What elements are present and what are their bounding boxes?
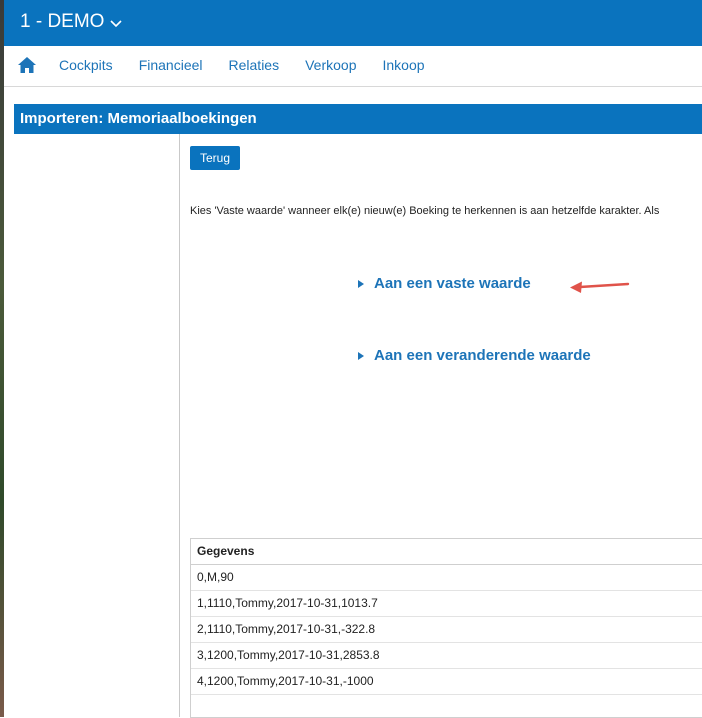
back-button[interactable]: Terug (190, 146, 241, 170)
option-fixed-value[interactable]: Aan een vaste waarde (358, 275, 531, 292)
table-row: 4,1200,Tommy,2017-10-31,-1000 (191, 669, 702, 695)
option-fixed-value-label: Aan een vaste waarde (374, 275, 531, 292)
main-content: Terug Kies 'Vaste waarde' wanneer elk(e)… (180, 134, 702, 718)
table-row: 0,M,90 (191, 565, 702, 591)
nav-item-verkoop[interactable]: Verkoop (305, 57, 356, 73)
nav-item-inkoop[interactable]: Inkoop (382, 57, 424, 73)
sidebar (14, 134, 180, 717)
home-icon[interactable] (17, 56, 37, 74)
chevron-down-icon (110, 16, 123, 31)
app-header: 1 - DEMO (4, 0, 702, 46)
table-row: 2,1110,Tommy,2017-10-31,-322.8 (191, 617, 702, 643)
company-selector[interactable]: 1 - DEMO (20, 11, 123, 33)
data-table: Gegevens 0,M,90 1,1110,Tommy,2017-10-31,… (190, 538, 702, 718)
page-title: Importeren: Memoriaalboekingen (14, 104, 702, 134)
table-header: Gegevens (191, 539, 702, 565)
main-nav: Cockpits Financieel Relaties Verkoop Ink… (4, 46, 702, 87)
table-row: 3,1200,Tommy,2017-10-31,2853.8 (191, 643, 702, 669)
desktop-background-strip (0, 0, 4, 717)
option-variable-value-label: Aan een veranderende waarde (374, 347, 591, 364)
nav-item-financieel[interactable]: Financieel (139, 57, 203, 73)
company-name: 1 - DEMO (20, 11, 105, 32)
triangle-right-icon (358, 351, 364, 360)
instruction-text: Kies 'Vaste waarde' wanneer elk(e) nieuw… (190, 205, 660, 217)
nav-item-cockpits[interactable]: Cockpits (59, 57, 113, 73)
triangle-right-icon (358, 279, 364, 288)
table-row: 1,1110,Tommy,2017-10-31,1013.7 (191, 591, 702, 617)
nav-item-relaties[interactable]: Relaties (229, 57, 280, 73)
red-arrow-icon (570, 281, 630, 293)
option-variable-value[interactable]: Aan een veranderende waarde (358, 347, 591, 364)
nav-items: Cockpits Financieel Relaties Verkoop Ink… (59, 57, 451, 73)
